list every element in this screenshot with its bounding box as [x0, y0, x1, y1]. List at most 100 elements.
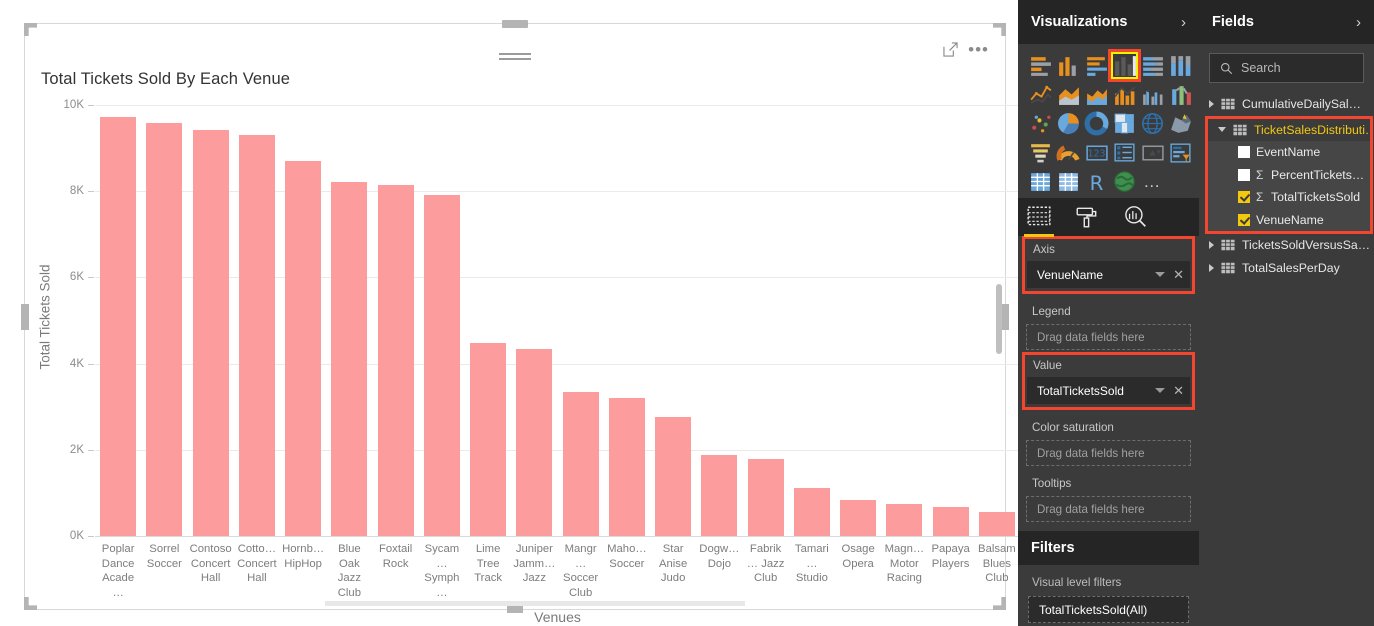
resize-handle-top-left[interactable] [24, 23, 37, 36]
stacked-column-chart-icon[interactable] [1056, 53, 1081, 78]
well-label-axis: Axis [1033, 243, 1055, 256]
well-dropzone-legend[interactable]: Drag data fields here [1026, 324, 1191, 350]
field-eventname[interactable]: EventName [1208, 141, 1370, 164]
chevron-right-icon[interactable] [1209, 241, 1214, 250]
bar[interactable] [932, 506, 969, 536]
bar[interactable] [331, 181, 368, 536]
chevron-right-icon[interactable] [1209, 100, 1214, 109]
well-chip-axis[interactable]: VenueName ✕ [1027, 261, 1190, 288]
resize-handle-top-center[interactable] [502, 20, 528, 28]
bar[interactable] [886, 504, 923, 536]
100-stacked-column-chart-icon[interactable] [1168, 53, 1193, 78]
clustered-bar-chart-icon[interactable] [1084, 53, 1109, 78]
well-label-tooltips: Tooltips [1032, 477, 1072, 490]
fields-table-ticketsalesdistributi[interactable]: TicketSalesDistributi… [1208, 119, 1370, 142]
multi-row-card-icon[interactable] [1112, 140, 1137, 165]
filled-map-icon[interactable] [1168, 111, 1193, 136]
matrix-icon[interactable] [1056, 169, 1081, 194]
bar[interactable] [516, 348, 553, 536]
close-icon[interactable]: ✕ [1173, 268, 1184, 281]
format-tab[interactable] [1074, 204, 1100, 230]
100-stacked-bar-chart-icon[interactable] [1140, 53, 1165, 78]
chevron-down-icon[interactable] [1155, 388, 1166, 393]
pie-chart-icon[interactable] [1056, 111, 1081, 136]
bar[interactable] [470, 342, 507, 536]
well-dropzone-tooltips[interactable]: Drag data fields here [1026, 496, 1191, 522]
line-stacked-column-chart-icon[interactable] [1112, 82, 1137, 107]
gauge-icon[interactable] [1056, 140, 1081, 165]
resize-handle-top-right[interactable] [993, 23, 1006, 36]
kpi-icon[interactable] [1140, 140, 1165, 165]
clustered-column-chart-icon[interactable] [1111, 52, 1138, 79]
map-icon[interactable] [1140, 111, 1165, 136]
chevron-right-icon[interactable]: › [1181, 14, 1186, 31]
fields-tree[interactable]: CumulativeDailySal… TicketSalesDistributi… [1199, 93, 1374, 279]
card-icon[interactable]: 123 [1084, 140, 1109, 165]
fields-table-cumulativedailysal[interactable]: CumulativeDailySal… [1199, 93, 1374, 116]
bar[interactable] [701, 454, 738, 536]
arcgis-maps-icon[interactable] [1112, 169, 1137, 194]
well-dropzone-color-saturation[interactable]: Drag data fields here [1026, 440, 1191, 466]
line-chart-icon[interactable] [1028, 82, 1053, 107]
donut-chart-icon[interactable] [1084, 111, 1109, 136]
bar[interactable] [655, 417, 692, 536]
resize-handle-middle-left[interactable] [21, 303, 29, 330]
filter-chip-total-tickets-sold[interactable]: TotalTicketsSold(All) [1028, 596, 1189, 623]
well-chip-value[interactable]: TotalTicketsSold ✕ [1027, 377, 1190, 404]
area-chart-icon[interactable] [1056, 82, 1081, 107]
close-icon[interactable]: ✕ [1173, 384, 1184, 397]
fields-table-label: TicketsSoldVersusSa… [1242, 238, 1371, 253]
bar-slot [465, 105, 511, 536]
bar[interactable] [238, 135, 275, 536]
bar[interactable] [192, 129, 229, 536]
r-script-visual-icon[interactable]: R [1084, 169, 1109, 194]
chevron-right-icon[interactable]: › [1356, 14, 1361, 31]
bar[interactable] [377, 185, 414, 536]
fields-table-totalsalesperday[interactable]: TotalSalesPerDay [1199, 257, 1374, 280]
bar[interactable] [285, 161, 322, 536]
chevron-down-icon[interactable] [1218, 127, 1226, 133]
checkbox-checked-icon[interactable] [1238, 213, 1250, 226]
ribbon-chart-icon[interactable] [1168, 82, 1193, 107]
field-totalticketssold[interactable]: Σ TotalTicketsSold [1208, 186, 1370, 209]
scatter-chart-icon[interactable] [1028, 111, 1053, 136]
field-percenttickets[interactable]: Σ PercentTickets… [1208, 163, 1370, 186]
funnel-icon[interactable] [1028, 140, 1053, 165]
chevron-down-icon[interactable] [1155, 272, 1166, 277]
more-options-icon[interactable]: ••• [968, 41, 989, 58]
bar[interactable] [423, 195, 460, 536]
bar[interactable] [562, 392, 599, 536]
line-clustered-column-chart-icon[interactable] [1140, 82, 1165, 107]
table-icon[interactable] [1028, 169, 1053, 194]
bar[interactable] [100, 117, 137, 536]
visual-type-gallery[interactable]: 123 R … [1018, 44, 1199, 198]
x-axis-label: Tamari… Studio [794, 543, 829, 585]
selected-visual-container[interactable]: ••• Total Tickets Sold By Each Venue Tot… [21, 20, 1020, 625]
checkbox-unchecked-icon[interactable] [1238, 146, 1250, 159]
analytics-tab[interactable] [1122, 204, 1148, 230]
stacked-bar-chart-icon[interactable] [1028, 53, 1053, 78]
fields-table-ticketssoldversussa[interactable]: TicketsSoldVersusSa… [1199, 234, 1374, 257]
field-venuename[interactable]: VenueName [1208, 208, 1370, 231]
checkbox-unchecked-icon[interactable] [1238, 168, 1250, 181]
bar[interactable] [608, 397, 645, 536]
chevron-right-icon[interactable] [1209, 263, 1214, 272]
bar[interactable] [747, 458, 784, 536]
visual-drag-grip[interactable] [499, 53, 531, 63]
bar[interactable] [793, 488, 830, 536]
treemap-icon[interactable] [1112, 111, 1137, 136]
resize-handle-bottom-left[interactable] [24, 597, 37, 610]
bar[interactable] [840, 500, 877, 536]
checkbox-checked-icon[interactable] [1238, 191, 1250, 204]
more-visuals-icon[interactable]: … [1140, 169, 1165, 194]
focus-mode-icon[interactable] [943, 42, 958, 57]
visual-horizontal-scrollbar[interactable] [325, 601, 745, 606]
report-canvas[interactable]: ••• Total Tickets Sold By Each Venue Tot… [0, 0, 1020, 626]
stacked-area-chart-icon[interactable] [1084, 82, 1109, 107]
slicer-icon[interactable] [1168, 140, 1193, 165]
bar[interactable] [146, 123, 183, 536]
fields-tab[interactable] [1024, 204, 1054, 237]
search-input[interactable]: Search [1209, 53, 1364, 83]
well-chip-label: TotalTicketsSold [1037, 383, 1124, 398]
visual-vertical-scrollbar[interactable] [996, 84, 1002, 574]
